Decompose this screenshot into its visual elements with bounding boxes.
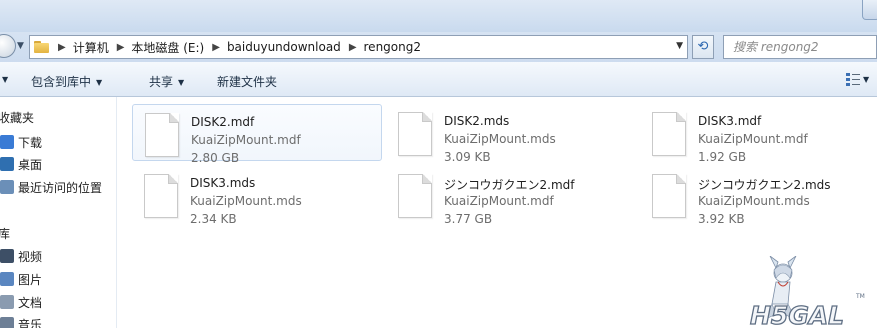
file-size: 2.34 KB [190, 212, 237, 226]
file-name: DISK3.mds [190, 176, 256, 190]
file-type: KuaiZipMount.mds [444, 132, 556, 146]
sidebar-item-label: 音乐 [18, 317, 43, 328]
file-tile[interactable]: DISK3.mds KuaiZipMount.mds 2.34 KB [132, 166, 382, 226]
video-library-icon [0, 249, 14, 263]
mascot-logo-icon: H5GAL TM [749, 255, 865, 328]
favorites-label: 收藏夹 [0, 110, 35, 125]
file-size: 2.80 GB [191, 151, 240, 165]
pictures-library-icon [0, 272, 14, 286]
sidebar-item-recent-places[interactable]: 最近访问的位置 [0, 177, 102, 197]
chevron-right-icon[interactable]: ▶ [212, 42, 220, 53]
file-icon [144, 174, 178, 218]
file-tile[interactable]: DISK3.mdf KuaiZipMount.mdf 1.92 GB [640, 104, 877, 164]
file-size: 3.77 GB [444, 212, 493, 226]
libraries-header[interactable]: 库 [0, 223, 10, 243]
favorites-header[interactable]: 收藏夹 [0, 107, 34, 127]
share-label: 共享 [149, 75, 174, 89]
breadcrumb-local-disk[interactable]: 本地磁盘 (E:) [131, 39, 204, 56]
sidebar-item-music[interactable]: 音乐 [0, 314, 42, 328]
organize-dropdown-icon[interactable]: ▼ [2, 75, 8, 84]
file-name: DISK2.mdf [191, 115, 255, 129]
file-name: DISK3.mdf [698, 114, 762, 128]
file-icon [398, 112, 432, 156]
desktop-icon [0, 157, 14, 171]
music-library-icon [0, 317, 14, 328]
file-size: 1.92 GB [698, 150, 747, 164]
file-icon [398, 174, 432, 218]
breadcrumb-baiduyundownload[interactable]: baiduyundownload [227, 40, 341, 54]
breadcrumb-computer[interactable]: 计算机 [73, 39, 109, 56]
sidebar-item-videos[interactable]: 视频 [0, 246, 42, 266]
file-name: ジンコウガクエン2.mds [698, 178, 831, 192]
change-view-icon[interactable] [846, 73, 860, 87]
file-tile[interactable]: ジンコウガクエン2.mdf KuaiZipMount.mdf 3.77 GB [386, 166, 636, 226]
address-row: ▼ ▶ 计算机 ▶ 本地磁盘 (E:) ▶ baiduyundownload ▶… [0, 32, 877, 62]
file-name: DISK2.mds [444, 114, 510, 128]
sidebar-item-label: 视频 [18, 249, 43, 264]
download-folder-icon [0, 135, 14, 149]
sidebar-item-label: 最近访问的位置 [18, 180, 103, 195]
documents-library-icon [0, 295, 14, 309]
recent-places-icon [0, 180, 14, 194]
chevron-right-icon[interactable]: ▶ [58, 42, 66, 53]
chevron-right-icon[interactable]: ▶ [117, 42, 125, 53]
sidebar-item-label: 图片 [18, 272, 43, 287]
sidebar-item-label: 文档 [18, 295, 43, 310]
chevron-down-icon: ▼ [96, 78, 103, 87]
file-type: KuaiZipMount.mdf [444, 194, 554, 208]
sidebar-item-documents[interactable]: 文档 [0, 292, 42, 312]
chevron-right-icon[interactable]: ▶ [349, 42, 357, 53]
file-icon [652, 174, 686, 218]
file-tile[interactable]: DISK2.mdf KuaiZipMount.mdf 2.80 GB [132, 104, 382, 165]
sidebar-item-label: 下载 [18, 135, 43, 150]
file-tile[interactable]: DISK2.mds KuaiZipMount.mds 3.09 KB [386, 104, 636, 164]
file-type: KuaiZipMount.mds [698, 194, 810, 208]
watermark-text: H5GAL [750, 301, 844, 328]
search-input[interactable]: 搜索 rengong2 [723, 35, 877, 59]
address-history-dropdown-icon[interactable]: ▼ [676, 41, 683, 51]
file-tile[interactable]: ジンコウガクエン2.mds KuaiZipMount.mds 3.92 KB [640, 166, 877, 226]
include-in-library-button[interactable]: 包含到库中 ▼ [31, 73, 102, 90]
sidebar-item-downloads[interactable]: 下载 [0, 132, 42, 152]
h5gal-watermark-logo: H5GAL TM [742, 255, 877, 328]
svg-text:TM: TM [855, 293, 865, 300]
sidebar-item-label: 桌面 [18, 157, 43, 172]
new-folder-button[interactable]: 新建文件夹 [217, 73, 277, 90]
share-button[interactable]: 共享 ▼ [149, 73, 184, 90]
minimize-button[interactable] [862, 0, 877, 20]
file-icon [145, 113, 179, 157]
refresh-icon: ⟲ [697, 39, 709, 54]
chevron-down-icon: ▼ [178, 78, 185, 87]
window-title-bar [0, 0, 877, 32]
file-size: 3.92 KB [698, 212, 745, 226]
refresh-button[interactable]: ⟲ [692, 35, 714, 59]
sidebar-item-desktop[interactable]: 桌面 [0, 154, 42, 174]
file-name: ジンコウガクエン2.mdf [444, 178, 575, 192]
address-bar[interactable]: ▶ 计算机 ▶ 本地磁盘 (E:) ▶ baiduyundownload ▶ r… [29, 35, 688, 59]
file-type: KuaiZipMount.mdf [191, 133, 301, 147]
back-button[interactable] [0, 34, 16, 58]
libraries-label: 库 [0, 226, 11, 241]
recent-pages-dropdown-icon[interactable]: ▼ [17, 41, 24, 51]
file-size: 3.09 KB [444, 150, 491, 164]
include-in-library-label: 包含到库中 [31, 75, 92, 89]
file-type: KuaiZipMount.mdf [698, 132, 808, 146]
view-dropdown-icon[interactable]: ▼ [863, 75, 869, 84]
breadcrumb-rengong2[interactable]: rengong2 [364, 40, 421, 54]
folder-icon [34, 41, 50, 53]
command-bar: ▼ 包含到库中 ▼ 共享 ▼ 新建文件夹 ▼ [0, 62, 877, 97]
file-type: KuaiZipMount.mds [190, 194, 302, 208]
file-icon [652, 112, 686, 156]
sidebar-item-pictures[interactable]: 图片 [0, 269, 42, 289]
navigation-pane: 收藏夹 下载 桌面 最近访问的位置 库 视频 图片 文档 音乐 [0, 97, 117, 328]
